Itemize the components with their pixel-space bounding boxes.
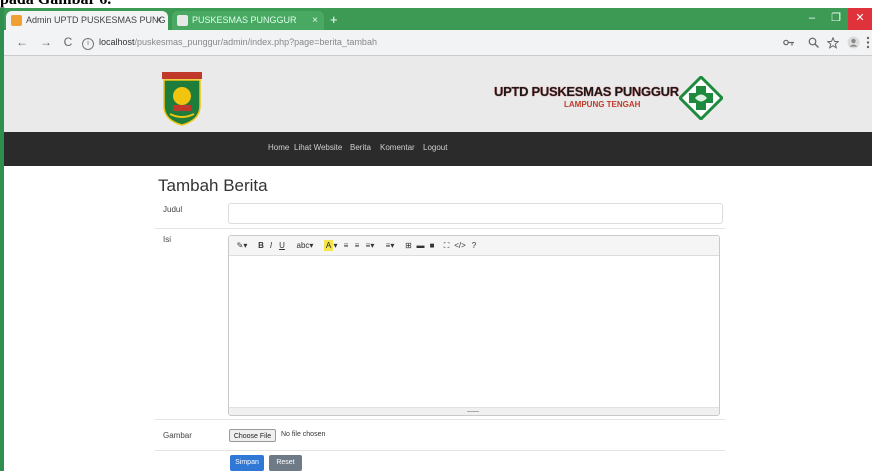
judul-input[interactable] (228, 203, 723, 224)
key-icon[interactable] (783, 38, 795, 47)
profile-icon[interactable] (847, 36, 860, 49)
tab-favicon-icon (177, 15, 188, 26)
tab-favicon-icon (11, 15, 22, 26)
tab-title: PUSKESMAS PUNGGUR (192, 15, 297, 25)
nav-item-berita[interactable]: Berita (350, 143, 371, 153)
nav-item-komentar[interactable]: Komentar (380, 143, 415, 153)
judul-label: Judul (163, 205, 183, 214)
page-title: Tambah Berita (158, 176, 268, 195)
editor-style-button[interactable]: ✎▾ (235, 240, 249, 251)
gambar-label: Gambar (163, 431, 192, 440)
editor-fullscreen-button[interactable]: ⛶ (442, 240, 451, 251)
resize-grip-icon (467, 411, 479, 412)
main-navbar: Home Lihat Website Berita Komentar Logou… (4, 132, 872, 166)
address-bar[interactable]: i localhost/puskesmas_punggur/admin/index… (82, 34, 377, 50)
editor-ordered-list-button[interactable]: ≡ (353, 240, 361, 251)
site-banner: UPTD PUSKESMAS PUNGGUR LAMPUNG TENGAH (494, 84, 679, 112)
rich-text-editor[interactable]: ✎▾ B I U abc▾ A ▾ ≡ ≡ ≡▾ ≡▾ ⊞ ▬ ■ ⛶ </> … (228, 235, 720, 416)
editor-unordered-list-button[interactable]: ≡ (342, 240, 350, 251)
editor-paragraph-button[interactable]: ≡▾ (364, 240, 376, 251)
back-icon[interactable]: ← (14, 34, 30, 50)
document-caption: pada Gambar 6. (0, 0, 872, 8)
editor-font-button[interactable]: abc▾ (295, 240, 315, 251)
site-name: UPTD PUSKESMAS PUNGGUR (494, 84, 679, 99)
editor-line-height-button[interactable]: ≡▾ (384, 240, 396, 251)
choose-file-button[interactable]: Choose File (229, 429, 276, 442)
editor-table-button[interactable]: ⊞ (404, 240, 413, 251)
new-tab-icon[interactable]: + (330, 12, 338, 28)
site-header: UPTD PUSKESMAS PUNGGUR LAMPUNG TENGAH (4, 56, 872, 132)
isi-label: Isi (163, 235, 171, 244)
editor-underline-button[interactable]: U (278, 240, 286, 251)
editor-help-button[interactable]: ? (471, 240, 477, 251)
reset-button[interactable]: Reset (269, 455, 302, 471)
maximize-icon[interactable]: ❐ (824, 8, 848, 30)
regency-crest-logo (162, 72, 202, 126)
tab-close-icon[interactable]: × (156, 11, 162, 30)
close-window-icon[interactable]: ✕ (848, 8, 872, 30)
nav-item-lihat-website[interactable]: Lihat Website (294, 143, 342, 153)
editor-media-button[interactable]: ■ (428, 240, 436, 251)
reload-icon[interactable]: C (60, 34, 76, 50)
simpan-button[interactable]: Simpan (230, 455, 264, 471)
editor-codeview-button[interactable]: </> (454, 240, 466, 251)
url-host: localhost (99, 37, 135, 47)
editor-resize-handle[interactable] (229, 407, 719, 415)
health-cross-logo (679, 76, 723, 120)
tab-puskesmas[interactable]: PUSKESMAS PUNGGUR × (172, 11, 324, 30)
menu-icon[interactable] (866, 36, 870, 49)
minimize-icon[interactable]: – (800, 8, 824, 30)
nav-item-logout[interactable]: Logout (423, 143, 447, 153)
browser-titlebar: Admin UPTD PUSKESMAS PUNG × PUSKESMAS PU… (4, 8, 872, 30)
tab-close-icon[interactable]: × (312, 11, 318, 30)
url-path: /puskesmas_punggur/admin/index.php?page=… (134, 37, 377, 47)
editor-hr-button[interactable]: ▬ (416, 240, 425, 251)
browser-toolbar: ← → C i localhost/puskesmas_punggur/admin… (4, 30, 872, 56)
form-row-judul: Judul (155, 199, 725, 229)
tab-title: Admin UPTD PUSKESMAS PUNG (26, 15, 166, 25)
forward-icon[interactable]: → (38, 34, 54, 50)
editor-content-area[interactable] (229, 256, 719, 406)
tab-admin[interactable]: Admin UPTD PUSKESMAS PUNG × (6, 11, 168, 30)
info-icon[interactable]: i (82, 38, 94, 50)
file-status-text: No file chosen (281, 431, 326, 438)
editor-color-dropdown[interactable]: ▾ (333, 240, 338, 251)
star-icon[interactable] (827, 37, 839, 49)
editor-color-button[interactable]: A (324, 240, 333, 251)
editor-bold-button[interactable]: B (257, 240, 265, 251)
zoom-icon[interactable] (808, 37, 819, 48)
editor-toolbar: ✎▾ B I U abc▾ A ▾ ≡ ≡ ≡▾ ≡▾ ⊞ ▬ ■ ⛶ </> … (229, 236, 719, 256)
nav-item-home[interactable]: Home (268, 143, 289, 153)
editor-italic-button[interactable]: I (267, 240, 275, 251)
site-region: LAMPUNG TENGAH (564, 100, 641, 109)
